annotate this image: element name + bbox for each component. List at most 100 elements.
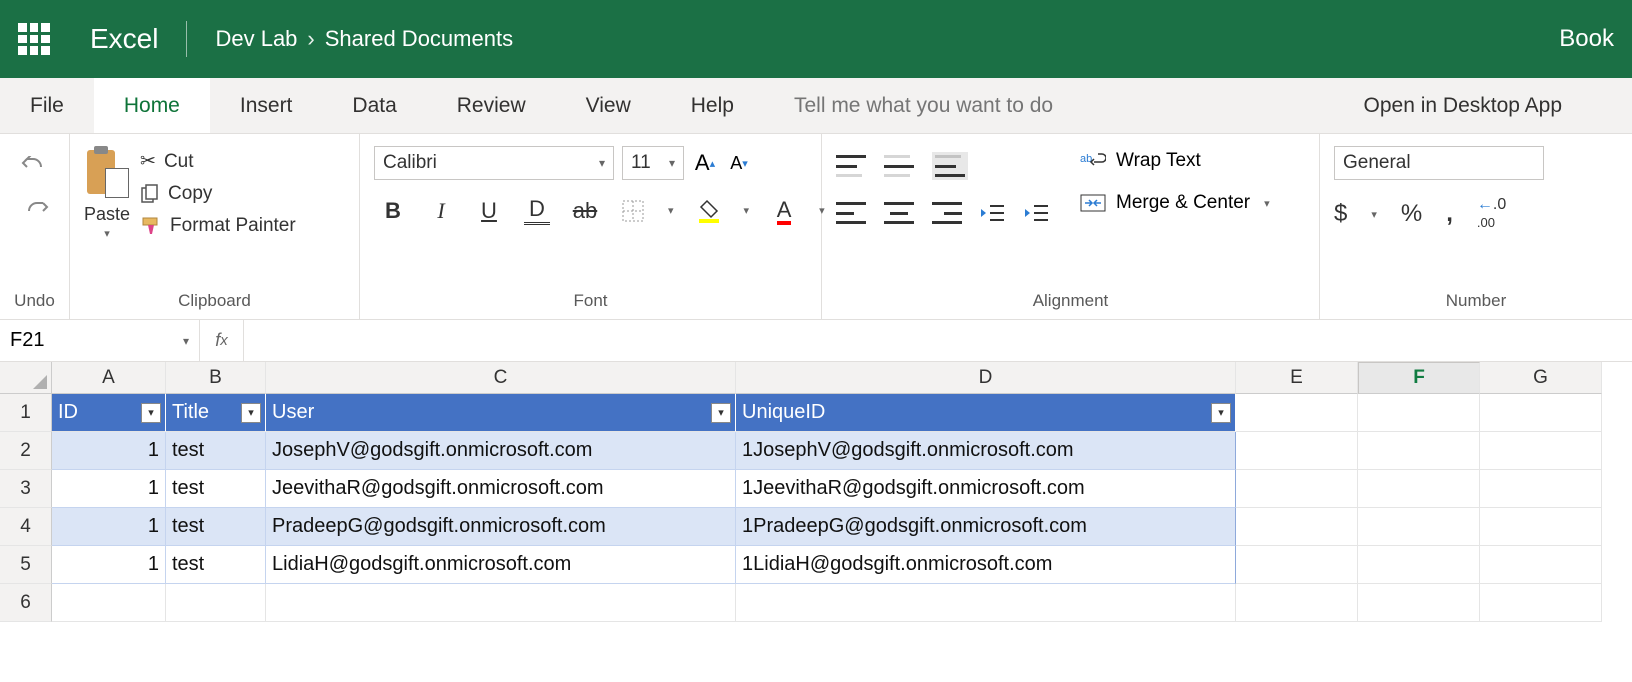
font-size-select[interactable]: 11 ▾ <box>622 146 684 180</box>
underline-button[interactable]: U <box>476 198 502 224</box>
tab-insert[interactable]: Insert <box>210 78 323 133</box>
cell[interactable] <box>1358 394 1480 432</box>
document-title[interactable]: Book <box>1559 25 1614 53</box>
cell[interactable] <box>166 584 266 622</box>
italic-button[interactable]: I <box>428 198 454 224</box>
cell[interactable] <box>1236 508 1358 546</box>
filter-dropdown-icon[interactable]: ▾ <box>141 403 161 423</box>
column-header[interactable]: E <box>1236 362 1358 394</box>
increase-indent-button[interactable] <box>1024 202 1050 224</box>
cell[interactable]: LidiaH@godsgift.onmicrosoft.com <box>266 546 736 584</box>
cell[interactable]: UniqueID▾ <box>736 394 1236 432</box>
cell[interactable]: 1JosephV@godsgift.onmicrosoft.com <box>736 432 1236 470</box>
align-center-button[interactable] <box>884 202 914 224</box>
bold-button[interactable]: B <box>380 198 406 224</box>
cell[interactable]: JeevithaR@godsgift.onmicrosoft.com <box>266 470 736 508</box>
column-header[interactable]: C <box>266 362 736 394</box>
chevron-down-icon[interactable]: ▾ <box>744 204 750 217</box>
shrink-font-button[interactable]: A▾ <box>726 153 752 174</box>
redo-icon[interactable] <box>21 200 49 222</box>
cell[interactable] <box>1236 394 1358 432</box>
tab-review[interactable]: Review <box>427 78 556 133</box>
cell[interactable]: 1PradeepG@godsgift.onmicrosoft.com <box>736 508 1236 546</box>
column-header[interactable]: G <box>1480 362 1602 394</box>
filter-dropdown-icon[interactable]: ▾ <box>1211 403 1231 423</box>
undo-icon[interactable] <box>21 156 49 178</box>
cell[interactable]: Title▾ <box>166 394 266 432</box>
cell[interactable] <box>736 584 1236 622</box>
cell[interactable]: test <box>166 546 266 584</box>
filter-dropdown-icon[interactable]: ▾ <box>241 403 261 423</box>
row-header[interactable]: 4 <box>0 508 52 546</box>
chevron-down-icon[interactable]: ▾ <box>668 204 674 217</box>
cell[interactable] <box>1480 394 1602 432</box>
tab-help[interactable]: Help <box>661 78 764 133</box>
cut-button[interactable]: ✂ Cut <box>140 150 296 173</box>
align-left-button[interactable] <box>836 202 866 224</box>
row-header[interactable]: 5 <box>0 546 52 584</box>
cell[interactable] <box>1236 470 1358 508</box>
cell[interactable]: 1 <box>52 546 166 584</box>
select-all-corner[interactable] <box>0 362 52 394</box>
tell-me-search[interactable]: Tell me what you want to do <box>764 78 1083 133</box>
font-name-select[interactable]: Calibri ▾ <box>374 146 614 180</box>
app-launcher-icon[interactable] <box>18 23 50 55</box>
cell[interactable] <box>1236 584 1358 622</box>
cell[interactable] <box>1236 432 1358 470</box>
accounting-format-button[interactable]: $ <box>1334 200 1347 228</box>
tab-file[interactable]: File <box>0 78 94 133</box>
chevron-down-icon[interactable]: ▾ <box>1371 208 1377 221</box>
cell[interactable] <box>1480 470 1602 508</box>
cell[interactable]: 1 <box>52 432 166 470</box>
merge-center-button[interactable]: Merge & Center ▾ <box>1080 192 1270 214</box>
decrease-indent-button[interactable] <box>980 202 1006 224</box>
cell[interactable]: 1 <box>52 470 166 508</box>
cell[interactable] <box>266 584 736 622</box>
tab-view[interactable]: View <box>556 78 661 133</box>
font-color-button[interactable]: A <box>771 197 797 225</box>
column-header[interactable]: B <box>166 362 266 394</box>
tab-data[interactable]: Data <box>322 78 426 133</box>
align-middle-button[interactable] <box>884 155 914 177</box>
fill-color-button[interactable] <box>696 199 722 223</box>
cell[interactable]: test <box>166 432 266 470</box>
cell[interactable]: test <box>166 508 266 546</box>
cell[interactable] <box>52 584 166 622</box>
open-in-desktop-app[interactable]: Open in Desktop App <box>1334 78 1592 133</box>
cell[interactable]: PradeepG@godsgift.onmicrosoft.com <box>266 508 736 546</box>
align-right-button[interactable] <box>932 202 962 224</box>
row-header[interactable]: 6 <box>0 584 52 622</box>
borders-button[interactable] <box>620 200 646 222</box>
double-underline-button[interactable]: D <box>524 196 550 225</box>
format-painter-button[interactable]: Format Painter <box>140 215 296 237</box>
paste-button[interactable]: Paste ▾ <box>84 146 130 240</box>
percent-format-button[interactable]: % <box>1401 200 1422 228</box>
formula-bar[interactable] <box>244 320 1632 361</box>
cell[interactable] <box>1480 432 1602 470</box>
cell[interactable] <box>1358 432 1480 470</box>
cell[interactable] <box>1358 584 1480 622</box>
cell[interactable]: ID▾ <box>52 394 166 432</box>
row-header[interactable]: 1 <box>0 394 52 432</box>
cell[interactable] <box>1480 546 1602 584</box>
row-header[interactable]: 3 <box>0 470 52 508</box>
cell[interactable]: User▾ <box>266 394 736 432</box>
cell[interactable]: 1 <box>52 508 166 546</box>
cell[interactable]: 1JeevithaR@godsgift.onmicrosoft.com <box>736 470 1236 508</box>
align-bottom-button[interactable] <box>932 152 968 180</box>
grow-font-button[interactable]: A▴ <box>692 150 718 176</box>
cell[interactable] <box>1480 508 1602 546</box>
cell[interactable]: 1LidiaH@godsgift.onmicrosoft.com <box>736 546 1236 584</box>
align-top-button[interactable] <box>836 155 866 177</box>
name-box[interactable]: F21 ▾ <box>0 320 200 361</box>
column-header[interactable]: A <box>52 362 166 394</box>
column-header[interactable]: F <box>1358 362 1480 394</box>
filter-dropdown-icon[interactable]: ▾ <box>711 403 731 423</box>
cell[interactable] <box>1358 508 1480 546</box>
column-header[interactable]: D <box>736 362 1236 394</box>
fx-icon[interactable]: fx <box>200 320 244 361</box>
strikethrough-button[interactable]: ab <box>572 198 598 224</box>
copy-button[interactable]: Copy <box>140 183 296 205</box>
row-header[interactable]: 2 <box>0 432 52 470</box>
cell[interactable]: JosephV@godsgift.onmicrosoft.com <box>266 432 736 470</box>
